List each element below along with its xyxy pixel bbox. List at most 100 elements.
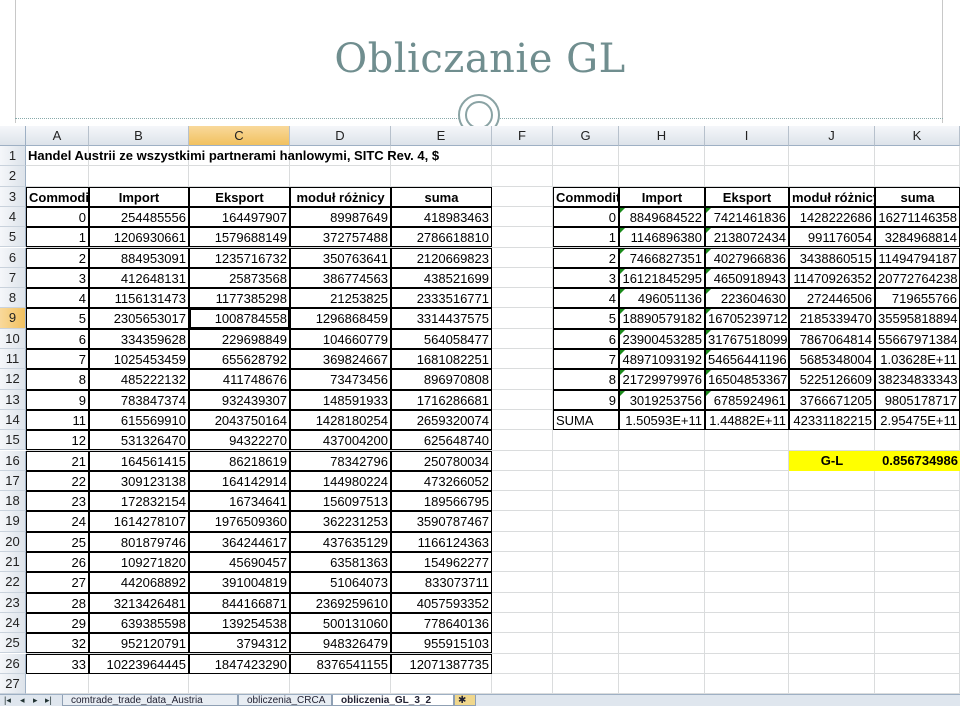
left-table-cell[interactable]: 109271820: [89, 552, 189, 573]
right-table-cell[interactable]: 7867064814: [789, 328, 875, 349]
left-table-cell[interactable]: 1235716732: [189, 247, 290, 268]
suma-row-cell[interactable]: 1.44882E+11: [705, 409, 789, 431]
column-header-i[interactable]: I: [705, 126, 789, 146]
left-table-cell[interactable]: 1716286681: [391, 389, 492, 410]
row-header-10[interactable]: 10: [0, 328, 26, 349]
left-table-cell[interactable]: 144980224: [290, 470, 391, 492]
left-table-cell[interactable]: 412648131: [89, 267, 189, 289]
left-table-cell[interactable]: 23: [26, 491, 89, 512]
left-table-cell[interactable]: 350763641: [290, 247, 391, 268]
right-table-cell[interactable]: 6785924961: [705, 389, 789, 410]
left-table-cell[interactable]: 73473456: [290, 369, 391, 390]
row-header-27[interactable]: 27: [0, 673, 26, 694]
left-table-cell[interactable]: 639385598: [89, 612, 189, 634]
left-table-cell[interactable]: 1206930661: [89, 227, 189, 248]
right-table-cell[interactable]: 11494794187: [875, 247, 960, 268]
right-table-cell[interactable]: 48971093192: [619, 349, 705, 370]
suma-row-cell[interactable]: 1.50593E+11: [619, 409, 705, 431]
left-table-cell[interactable]: 411748676: [189, 369, 290, 390]
right-table-cell[interactable]: 7466827351: [619, 247, 705, 268]
left-table-cell[interactable]: 955915103: [391, 633, 492, 654]
left-table-cell[interactable]: 2786618810: [391, 227, 492, 248]
column-header-d[interactable]: D: [290, 126, 391, 146]
column-header-h[interactable]: H: [619, 126, 705, 146]
left-table-cell[interactable]: 16734641: [189, 491, 290, 512]
row-header-5[interactable]: 5: [0, 227, 26, 248]
row-header-18[interactable]: 18: [0, 491, 26, 512]
select-all-corner[interactable]: [0, 126, 26, 146]
left-table-cell[interactable]: 3590787467: [391, 511, 492, 532]
row-header-17[interactable]: 17: [0, 470, 26, 492]
left-table-cell[interactable]: 254485556: [89, 206, 189, 228]
left-table-cell[interactable]: 1614278107: [89, 511, 189, 532]
right-table-cell[interactable]: 3: [553, 267, 619, 289]
row-header-8[interactable]: 8: [0, 288, 26, 309]
right-table-cell[interactable]: 4027966836: [705, 247, 789, 268]
left-table-cell[interactable]: 2043750164: [189, 409, 290, 431]
left-table-cell[interactable]: 364244617: [189, 531, 290, 552]
row-header-14[interactable]: 14: [0, 409, 26, 431]
left-table-cell[interactable]: 778640136: [391, 612, 492, 634]
right-table-cell[interactable]: 38234833343: [875, 369, 960, 390]
right-table-cell[interactable]: 7: [553, 349, 619, 370]
right-table-cell[interactable]: 5225126609: [789, 369, 875, 390]
left-table-cell[interactable]: 1025453459: [89, 349, 189, 370]
left-table-cell[interactable]: 309123138: [89, 470, 189, 492]
left-table-cell[interactable]: 22: [26, 470, 89, 492]
left-table-cell[interactable]: 438521699: [391, 267, 492, 289]
right-table-cell[interactable]: 5: [553, 308, 619, 329]
left-table-cell[interactable]: 1579688149: [189, 227, 290, 248]
right-table-cell[interactable]: 1.03628E+11: [875, 349, 960, 370]
left-table-header-cell[interactable]: suma: [391, 186, 492, 207]
gl-label-cell[interactable]: G-L: [789, 450, 875, 471]
left-table-header-cell[interactable]: moduł różnicy: [290, 186, 391, 207]
right-table-cell[interactable]: 55667971384: [875, 328, 960, 349]
left-table-cell[interactable]: 437004200: [290, 430, 391, 451]
right-table-cell[interactable]: 1: [553, 227, 619, 248]
left-table-cell[interactable]: 2333516771: [391, 288, 492, 309]
left-table-cell[interactable]: 884953091: [89, 247, 189, 268]
left-table-cell[interactable]: 3314437575: [391, 308, 492, 329]
left-table-cell[interactable]: 655628792: [189, 349, 290, 370]
left-table-cell[interactable]: 418983463: [391, 206, 492, 228]
left-table-cell[interactable]: 2659320074: [391, 409, 492, 431]
first-sheet-icon[interactable]: |◂: [4, 695, 11, 706]
suma-row-cell[interactable]: 2.95475E+11: [875, 409, 960, 431]
right-table-cell[interactable]: 496051136: [619, 288, 705, 309]
right-table-cell[interactable]: 3438860515: [789, 247, 875, 268]
left-table-cell[interactable]: 801879746: [89, 531, 189, 552]
right-table-cell[interactable]: 23900453285: [619, 328, 705, 349]
right-table-cell[interactable]: 16705239712: [705, 308, 789, 329]
left-table-cell[interactable]: 156097513: [290, 491, 391, 512]
left-table-cell[interactable]: 564058477: [391, 328, 492, 349]
left-table-cell[interactable]: 164142914: [189, 470, 290, 492]
right-table-cell[interactable]: 35595818894: [875, 308, 960, 329]
next-sheet-icon[interactable]: ▸: [33, 695, 38, 706]
right-table-cell[interactable]: 20772764238: [875, 267, 960, 289]
left-table-cell[interactable]: 63581363: [290, 552, 391, 573]
left-table-cell[interactable]: 2305653017: [89, 308, 189, 329]
column-header-k[interactable]: K: [875, 126, 960, 146]
right-table-cell[interactable]: 3766671205: [789, 389, 875, 410]
left-table-cell[interactable]: 833073711: [391, 572, 492, 593]
left-table-cell[interactable]: 12: [26, 430, 89, 451]
right-table-header-cell[interactable]: moduł różnicy: [789, 186, 875, 207]
tab-comtrade-trade-data-austria[interactable]: comtrade_trade_data_Austria: [62, 695, 238, 706]
right-table-header-cell[interactable]: Commodit: [553, 186, 619, 207]
left-table-cell[interactable]: 154962277: [391, 552, 492, 573]
left-table-cell[interactable]: 11: [26, 409, 89, 431]
right-table-cell[interactable]: 16504853367: [705, 369, 789, 390]
right-table-header-cell[interactable]: Eksport: [705, 186, 789, 207]
left-table-cell[interactable]: 148591933: [290, 389, 391, 410]
left-table-cell[interactable]: 1008784558: [189, 308, 290, 329]
row-header-11[interactable]: 11: [0, 349, 26, 370]
row-header-2[interactable]: 2: [0, 166, 26, 187]
right-table-cell[interactable]: 9805178717: [875, 389, 960, 410]
right-table-cell[interactable]: 11470926352: [789, 267, 875, 289]
right-table-cell[interactable]: 1428222686: [789, 206, 875, 228]
left-table-cell[interactable]: 1: [26, 227, 89, 248]
row-header-25[interactable]: 25: [0, 633, 26, 654]
right-table-cell[interactable]: 4650918943: [705, 267, 789, 289]
gl-value-cell[interactable]: 0.856734986: [875, 450, 960, 471]
row-header-1[interactable]: 1: [0, 146, 26, 167]
